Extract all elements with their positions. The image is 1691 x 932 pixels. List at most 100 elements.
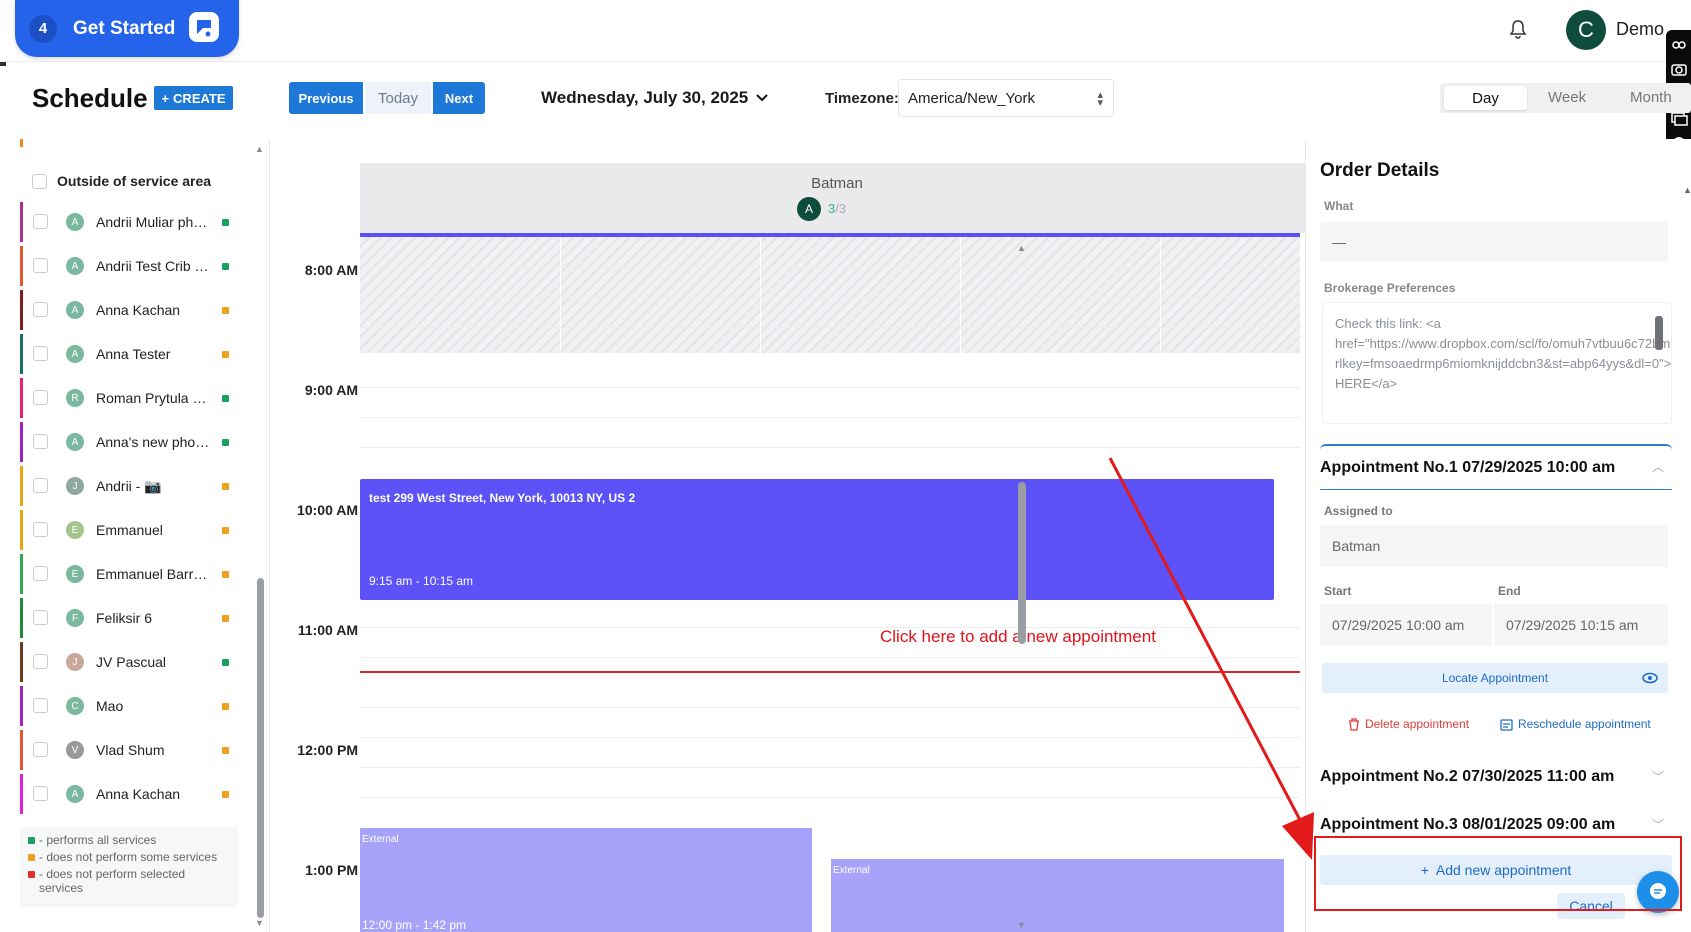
grid-line: [360, 327, 1300, 328]
worker-row[interactable]: F Feliksir 6: [20, 598, 240, 638]
today-button[interactable]: Today: [365, 82, 431, 114]
view-month-tab[interactable]: Month: [1630, 89, 1672, 106]
time-label: 1:00 PM: [305, 862, 358, 878]
worker-row[interactable]: J JV Pascual: [20, 642, 240, 682]
start-label: Start: [1324, 584, 1352, 598]
appointment-title: test 299 West Street, New York, 10013 NY…: [369, 491, 636, 505]
view-day-tab[interactable]: Day: [1444, 86, 1527, 110]
worker-checkbox[interactable]: [33, 478, 48, 493]
start-field[interactable]: 07/29/2025 10:00 am: [1320, 604, 1492, 646]
worker-name: Emmanuel Barr…: [96, 566, 208, 582]
next-button[interactable]: Next: [433, 82, 485, 114]
worker-row[interactable]: A Anna Tester: [20, 334, 240, 374]
calendar-scroll-down-icon[interactable]: ▼: [1017, 920, 1026, 930]
appointment-block[interactable]: test 299 West Street, New York, 10013 NY…: [360, 479, 1274, 600]
worker-status-indicator: [222, 615, 229, 622]
timezone-select[interactable]: America/New_York ▴ ▾: [898, 79, 1114, 117]
calendar-day-view: 8:00 AM 9:00 AM 10:00 AM 11:00 AM 12:00 …: [288, 163, 1314, 932]
legend-text: - performs all services: [39, 833, 157, 847]
worker-row[interactable]: V Vlad Shum: [20, 730, 240, 770]
workers-scroll-thumb[interactable]: [257, 578, 264, 918]
locate-appointment-button[interactable]: Locate Appointment: [1322, 663, 1668, 693]
worker-status-indicator: [222, 483, 229, 490]
resource-capacity: 3/3: [828, 201, 846, 216]
worker-color-bar: [20, 246, 23, 286]
user-avatar[interactable]: C: [1566, 10, 1606, 50]
start-value: 07/29/2025 10:00 am: [1332, 617, 1465, 633]
time-grid[interactable]: test 299 West Street, New York, 10013 NY…: [360, 237, 1300, 932]
worker-checkbox[interactable]: [33, 610, 48, 625]
calendar-scroll-thumb[interactable]: [1018, 482, 1026, 644]
worker-row[interactable]: A Anna Kachan: [20, 290, 240, 330]
worker-checkbox[interactable]: [33, 214, 48, 229]
worker-row[interactable]: A Anna's new pho…: [20, 422, 240, 462]
checkbox[interactable]: [32, 173, 47, 189]
camera-icon[interactable]: [1670, 60, 1688, 78]
worker-checkbox[interactable]: [33, 302, 48, 317]
grid-line: [360, 447, 1300, 448]
worker-row[interactable]: C Mao: [20, 686, 240, 726]
what-field[interactable]: —: [1320, 222, 1668, 262]
worker-row[interactable]: E Emmanuel Barr…: [20, 554, 240, 594]
worker-row[interactable]: A Anna Kachan: [20, 774, 240, 814]
worker-status-indicator: [222, 439, 229, 446]
worker-row[interactable]: A Andrii Muliar ph…: [20, 202, 240, 242]
locate-label: Locate Appointment: [1441, 671, 1549, 685]
worker-checkbox[interactable]: [33, 566, 48, 581]
annotation-highlight-box: [1314, 836, 1682, 911]
worker-checkbox[interactable]: [33, 390, 48, 405]
appointment-1-header[interactable]: Appointment No.1 07/29/2025 10:00 am ︿: [1320, 444, 1672, 490]
get-started-button[interactable]: 4 Get Started: [15, 0, 239, 57]
worker-checkbox[interactable]: [33, 698, 48, 713]
delete-label: Delete appointment: [1365, 717, 1470, 731]
details-scroll-up-icon[interactable]: ▲: [1683, 185, 1691, 195]
reschedule-appointment-button[interactable]: Reschedule appointment: [1500, 717, 1651, 731]
textarea-scroll-thumb[interactable]: [1655, 316, 1663, 350]
worker-avatar: E: [66, 565, 84, 583]
bell-icon[interactable]: [1507, 18, 1529, 40]
worker-checkbox[interactable]: [33, 258, 48, 273]
calendar-scroll-up-icon[interactable]: ▲: [1017, 243, 1026, 253]
date-selector[interactable]: Wednesday, July 30, 2025: [541, 88, 768, 108]
brokerage-textarea[interactable]: Check this link: <a href="https://www.dr…: [1322, 302, 1672, 424]
outside-service-area-row[interactable]: Outside of service area: [32, 173, 211, 189]
view-week-tab[interactable]: Week: [1548, 89, 1586, 106]
worker-checkbox[interactable]: [33, 346, 48, 361]
worker-status-indicator: [222, 527, 229, 534]
delete-appointment-button[interactable]: Delete appointment: [1348, 717, 1469, 731]
worker-status-indicator: [222, 395, 229, 402]
create-button[interactable]: + CREATE: [154, 86, 233, 110]
appointment-2-header[interactable]: Appointment No.2 07/30/2025 11:00 am: [1320, 768, 1614, 786]
grid-divider: [1160, 237, 1161, 353]
scroll-up-icon[interactable]: ▲: [255, 144, 264, 154]
worker-checkbox[interactable]: [33, 742, 48, 757]
worker-checkbox[interactable]: [33, 654, 48, 669]
order-details-panel: Order Details What — Brokerage Preferenc…: [1305, 139, 1691, 932]
end-field[interactable]: 07/29/2025 10:15 am: [1494, 604, 1668, 646]
worker-row[interactable]: E Emmanuel: [20, 510, 240, 550]
time-label: 8:00 AM: [304, 262, 358, 278]
previous-button[interactable]: Previous: [289, 82, 363, 114]
worker-name: Feliksir 6: [96, 610, 153, 626]
user-name[interactable]: Demo: [1616, 19, 1664, 40]
grid-line: [360, 417, 1300, 418]
external-event-block[interactable]: External: [831, 859, 1284, 932]
end-label: End: [1498, 584, 1521, 598]
link-icon[interactable]: [1670, 36, 1688, 54]
worker-row[interactable]: R Roman Prytula …: [20, 378, 240, 418]
chevron-down-icon: [756, 94, 768, 102]
worker-row[interactable]: J Andrii - 📷: [20, 466, 240, 506]
worker-status-indicator: [222, 747, 229, 754]
appointment-3-header[interactable]: Appointment No.3 08/01/2025 09:00 am: [1320, 816, 1615, 834]
worker-name: Anna Kachan: [96, 302, 181, 318]
worker-checkbox[interactable]: [33, 522, 48, 537]
worker-row[interactable]: A Andrii Test Crib …: [20, 246, 240, 286]
scroll-down-icon[interactable]: ▼: [255, 918, 264, 928]
worker-name: Mao: [96, 698, 124, 714]
plus-icon: +: [161, 90, 170, 106]
worker-checkbox[interactable]: [33, 786, 48, 801]
assigned-field[interactable]: Batman: [1320, 525, 1668, 567]
worker-checkbox[interactable]: [33, 434, 48, 449]
external-event-block[interactable]: External 12:00 pm - 1:42 pm: [360, 828, 812, 932]
brokerage-label: Brokerage Preferences: [1324, 281, 1456, 295]
